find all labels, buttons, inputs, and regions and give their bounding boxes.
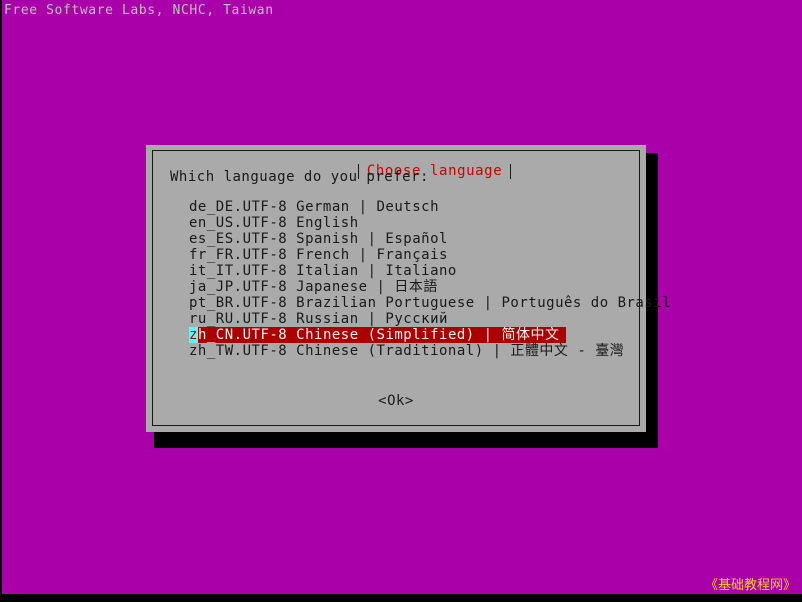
language-list-item[interactable]: zh_TW.UTF-8 Chinese (Traditional) | 正體中文…: [153, 343, 639, 359]
dialog-prompt: Which language do you prefer:: [170, 169, 429, 185]
language-list-item[interactable]: es_ES.UTF-8 Spanish | Español: [153, 231, 639, 247]
language-list-item-label: en_US.UTF-8 English: [189, 215, 359, 231]
dialog-title-bar: Choose language: [153, 141, 639, 181]
screen-bottom-edge: [0, 594, 802, 602]
ok-button[interactable]: <Ok>: [378, 392, 414, 410]
text-cursor: z: [189, 327, 198, 343]
language-list-item-label: de_DE.UTF-8 German | Deutsch: [189, 199, 440, 215]
console-screen: Free Software Labs, NCHC, Taiwan Choose …: [0, 0, 802, 602]
language-list-item-label: ja_JP.UTF-8 Japanese | 日本語: [189, 279, 438, 295]
screen-left-edge: [0, 0, 2, 602]
choose-language-dialog: Choose language Which language do you pr…: [146, 145, 671, 432]
language-list-item[interactable]: de_DE.UTF-8 German | Deutsch: [153, 199, 639, 215]
language-list[interactable]: de_DE.UTF-8 German | Deutsch en_US.UTF-8 …: [153, 199, 671, 359]
watermark: 《基础教程网》: [704, 578, 796, 593]
language-list-item[interactable]: zh_CN.UTF-8 Chinese (Simplified) | 简体中文: [153, 327, 639, 343]
language-list-item[interactable]: ru_RU.UTF-8 Russian | Русский: [153, 311, 639, 327]
language-list-item-label: es_ES.UTF-8 Spanish | Español: [189, 231, 448, 247]
dialog-frame: Choose language Which language do you pr…: [152, 150, 671, 426]
language-list-item[interactable]: ja_JP.UTF-8 Japanese | 日本語: [153, 279, 639, 295]
console-banner: Free Software Labs, NCHC, Taiwan: [4, 3, 274, 18]
language-list-item-label: ru_RU.UTF-8 Russian | Русский: [189, 311, 448, 327]
language-list-item-label: pt_BR.UTF-8 Brazilian Portuguese | Portu…: [189, 295, 672, 311]
language-list-item[interactable]: fr_FR.UTF-8 French | Français: [153, 247, 639, 263]
selection-highlight: zh_CN.UTF-8 Chinese (Simplified) | 简体中文: [189, 327, 566, 343]
dialog-button-row: <Ok>: [153, 390, 639, 410]
language-list-item-label: fr_FR.UTF-8 French | Français: [189, 247, 448, 263]
language-list-item-label: zh_TW.UTF-8 Chinese (Traditional) | 正體中文…: [189, 343, 625, 359]
language-list-item[interactable]: en_US.UTF-8 English: [153, 215, 639, 231]
language-list-item-label: it_IT.UTF-8 Italian | Italiano: [189, 263, 457, 279]
language-list-item[interactable]: it_IT.UTF-8 Italian | Italiano: [153, 263, 639, 279]
language-list-item[interactable]: pt_BR.UTF-8 Brazilian Portuguese | Portu…: [153, 295, 671, 311]
language-list-item-label: h_CN.UTF-8 Chinese (Simplified) | 简体中文: [197, 327, 560, 343]
